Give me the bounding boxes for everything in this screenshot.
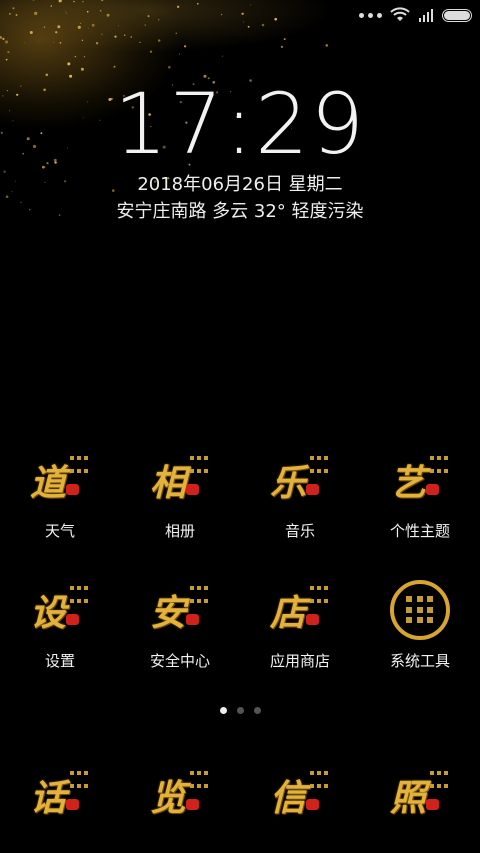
- signal-icon: [419, 9, 433, 22]
- more-dots-icon: [359, 12, 382, 18]
- app-gallery[interactable]: 相 相册: [120, 450, 240, 541]
- app-row-2: 设 设置 安 安全中心 店 应用商店 系统工具: [0, 580, 480, 671]
- battery-icon: [442, 8, 472, 22]
- lockscreen-weather: 安宁庄南路 多云 32° 轻度污染: [116, 201, 364, 222]
- settings-icon: 设: [28, 580, 92, 644]
- lockscreen-clock: 17:29: [113, 75, 367, 173]
- store-icon: 店: [268, 580, 332, 644]
- page-indicator[interactable]: [0, 707, 480, 714]
- phone-icon: 话: [28, 765, 92, 829]
- messages-icon: 信: [268, 765, 332, 829]
- security-icon: 安: [148, 580, 212, 644]
- camera-icon: 照: [388, 765, 452, 829]
- app-label: 天气: [44, 522, 75, 540]
- app-security-center[interactable]: 安 安全中心: [120, 580, 240, 671]
- app-music[interactable]: 乐 音乐: [240, 450, 360, 541]
- dock-phone[interactable]: 话: [0, 765, 120, 829]
- dock: 话 览 信 照: [0, 765, 480, 829]
- browser-icon: 览: [148, 765, 212, 829]
- app-label: 安全中心: [149, 652, 210, 670]
- dock-messages[interactable]: 信: [240, 765, 360, 829]
- app-label: 相册: [164, 522, 195, 540]
- app-weather[interactable]: 道 天气: [0, 450, 120, 541]
- app-themes[interactable]: 艺 个性主题: [360, 450, 480, 541]
- app-label: 系统工具: [389, 652, 450, 670]
- dock-camera[interactable]: 照: [360, 765, 480, 829]
- status-bar: [332, 0, 480, 30]
- app-label: 音乐: [284, 522, 315, 540]
- app-row-1: 道 天气 相 相册 乐 音乐 艺 个性主题: [0, 450, 480, 541]
- page-dot-active[interactable]: [219, 707, 227, 714]
- app-store[interactable]: 店 应用商店: [240, 580, 360, 671]
- app-settings[interactable]: 设 设置: [0, 580, 120, 671]
- app-folder-system-tools[interactable]: 系统工具: [360, 580, 480, 671]
- app-label: 个性主题: [389, 522, 450, 540]
- tools-folder-icon: [388, 580, 452, 644]
- music-icon: 乐: [268, 450, 332, 514]
- theme-icon: 艺: [388, 450, 452, 514]
- weather-icon: 道: [28, 450, 92, 514]
- page-dot[interactable]: [236, 707, 244, 714]
- wifi-icon: [390, 7, 410, 21]
- page-dot[interactable]: [253, 707, 261, 714]
- gallery-icon: 相: [148, 450, 212, 514]
- app-label: 应用商店: [269, 652, 330, 670]
- app-label: 设置: [44, 652, 75, 670]
- lockscreen-date: 2018年06月26日 星期二: [137, 174, 343, 195]
- dock-browser[interactable]: 览: [120, 765, 240, 829]
